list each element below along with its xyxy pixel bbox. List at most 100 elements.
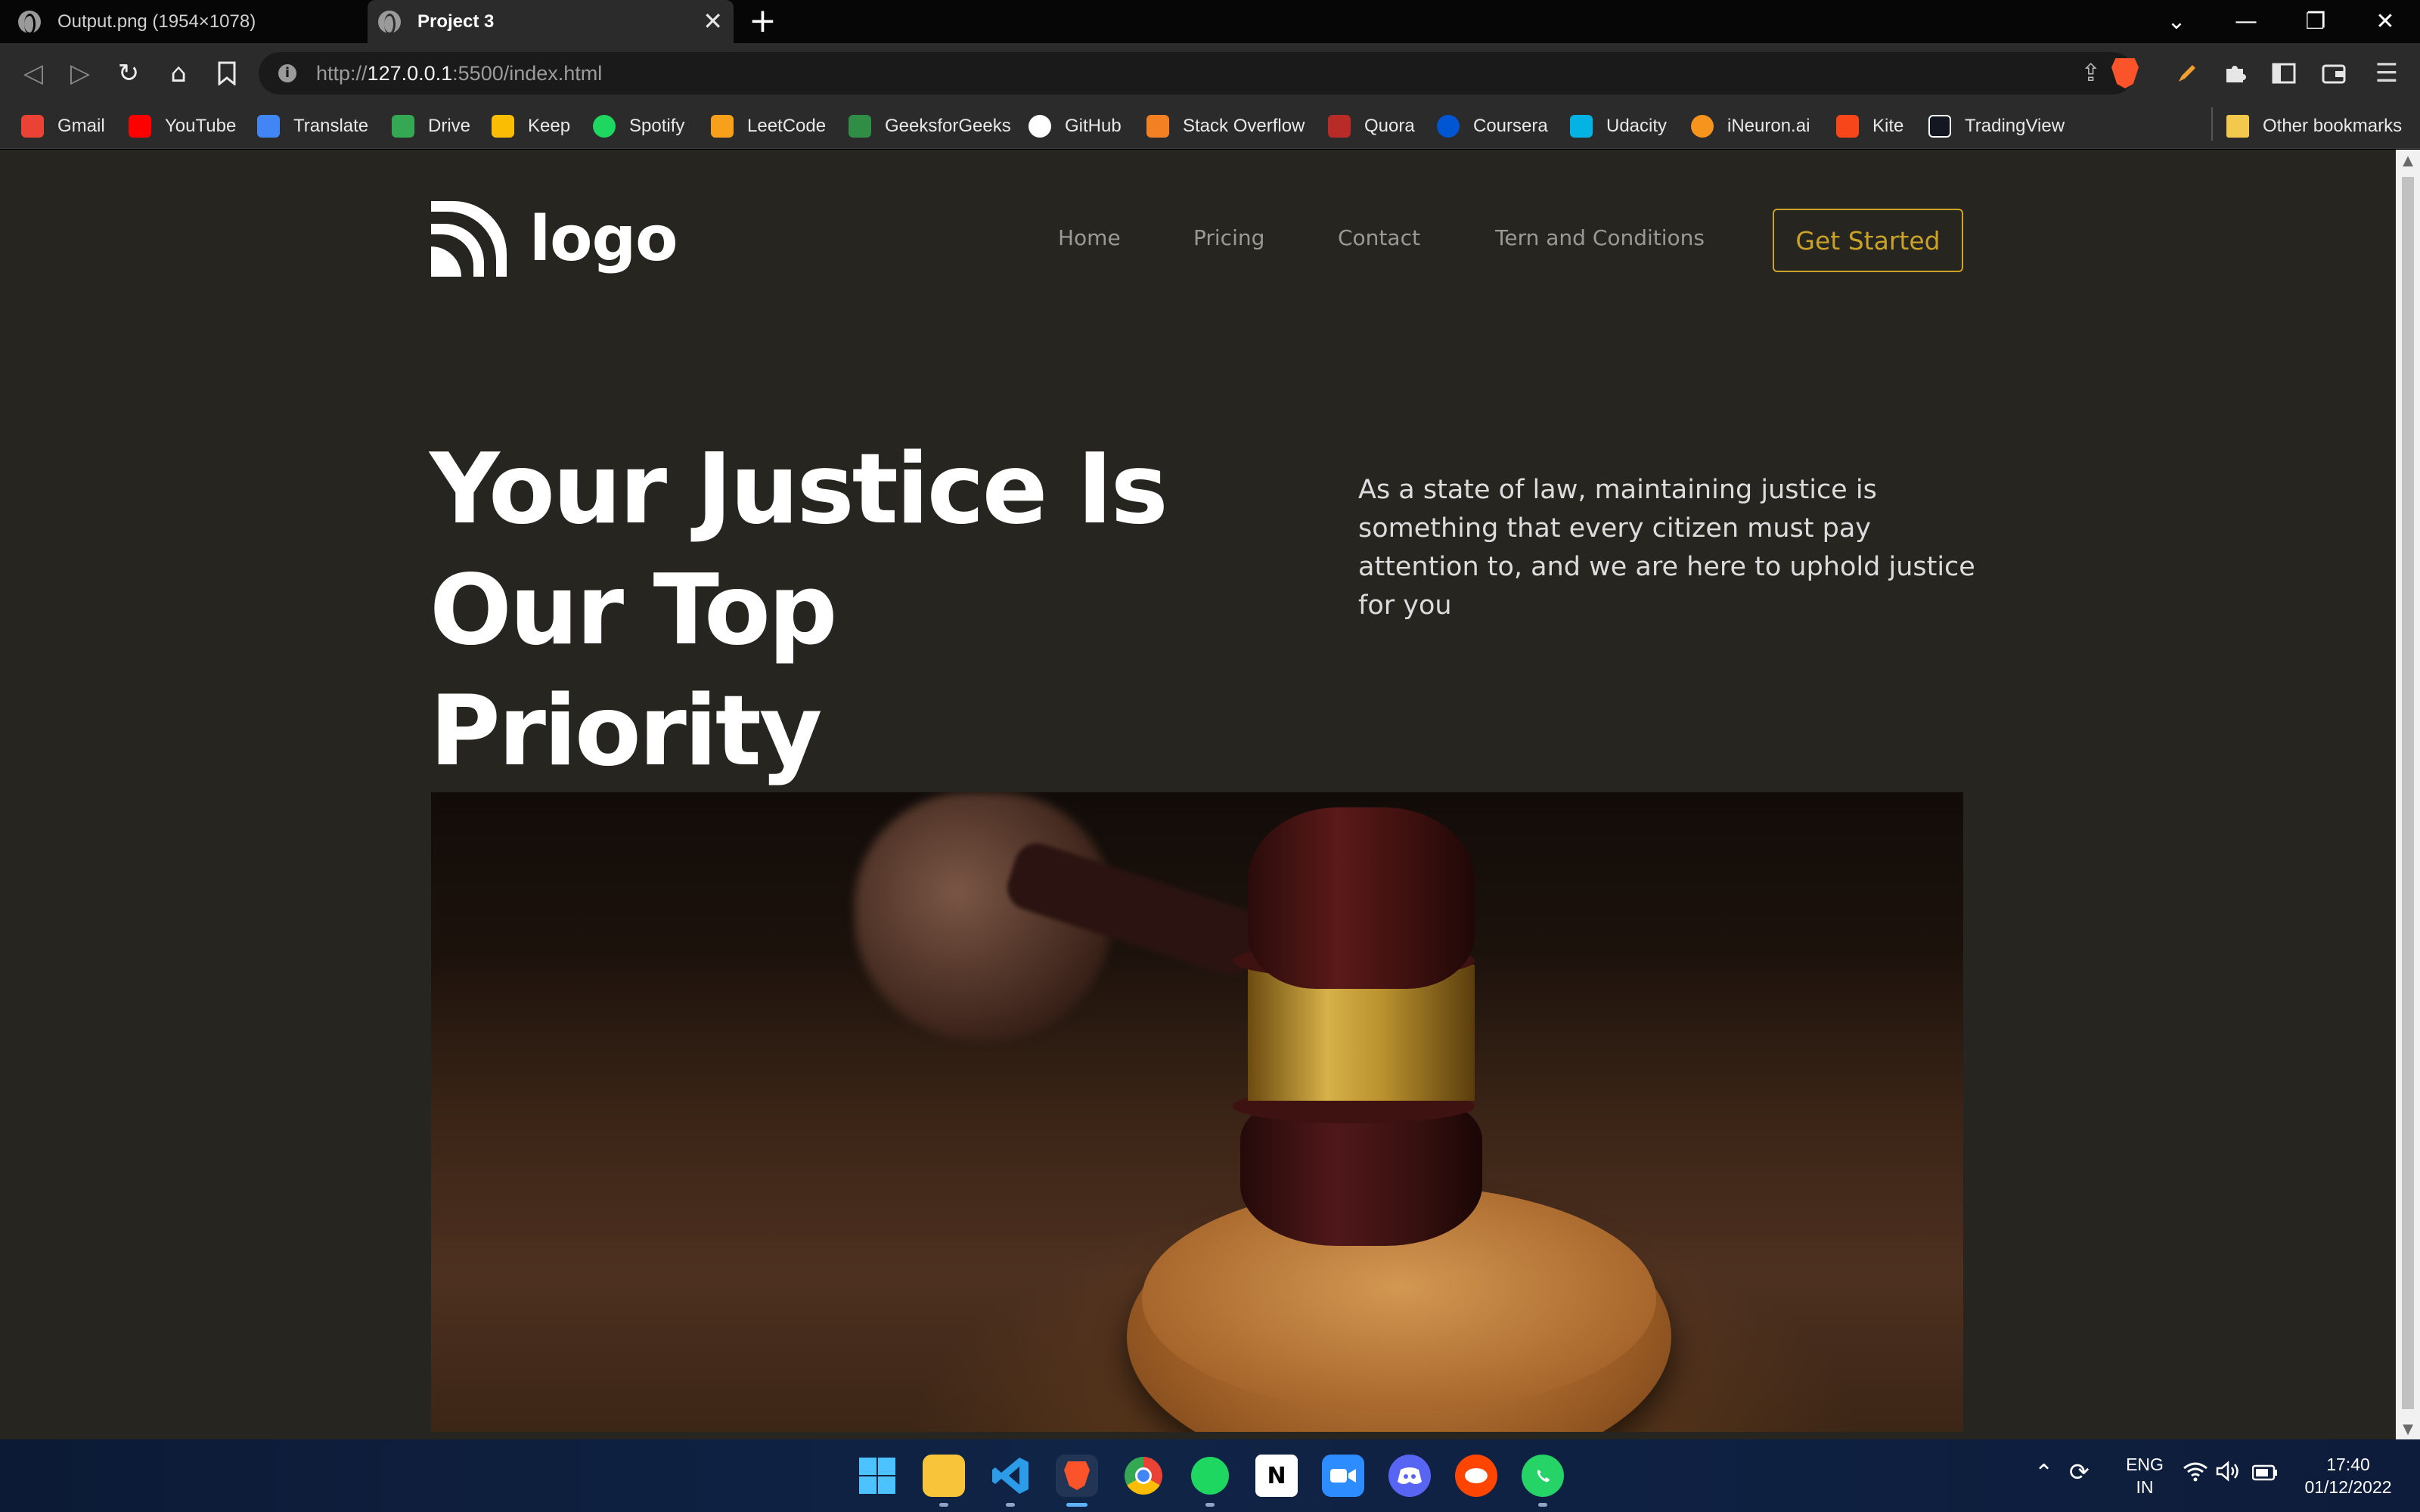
spotify-icon bbox=[593, 115, 616, 138]
notion-icon[interactable]: N bbox=[1255, 1455, 1298, 1497]
reddit-icon[interactable] bbox=[1455, 1455, 1497, 1497]
zoom-icon[interactable] bbox=[1322, 1455, 1364, 1497]
tray-overflow-chevron-icon[interactable]: ⌃ bbox=[2034, 1462, 2053, 1485]
nav-pricing[interactable]: Pricing bbox=[1193, 225, 1264, 250]
hero-title: Your Justice Is Our Top Priority bbox=[430, 433, 1168, 788]
extensions-puzzle-icon[interactable] bbox=[2217, 55, 2254, 91]
bookmark-kite[interactable]: Kite bbox=[1836, 104, 1903, 149]
reload-button[interactable]: ↻ bbox=[106, 43, 151, 104]
close-window-button[interactable]: ✕ bbox=[2350, 0, 2420, 43]
whatsapp-icon[interactable] bbox=[1522, 1455, 1564, 1497]
battery-icon[interactable] bbox=[2251, 1464, 2278, 1486]
get-started-button[interactable]: Get Started bbox=[1773, 209, 1963, 272]
bookmark-drive[interactable]: Drive bbox=[392, 104, 470, 149]
tab-search-chevron-icon[interactable]: ⌄ bbox=[2142, 0, 2211, 43]
udacity-icon bbox=[1570, 115, 1593, 138]
bookmark-coursera[interactable]: Coursera bbox=[1437, 104, 1548, 149]
share-icon[interactable]: ⇪ bbox=[2080, 58, 2101, 87]
bookmark-leetcode[interactable]: LeetCode bbox=[711, 104, 826, 149]
bookmark-youtube[interactable]: YouTube bbox=[129, 104, 236, 149]
site-logo[interactable]: logo bbox=[431, 201, 678, 277]
bookmark-ineuron[interactable]: iNeuron.ai bbox=[1691, 104, 1810, 149]
browser-toolbar: ◁ ▷ ↻ ⌂ i http://127.0.0.1:5500/index.ht… bbox=[0, 43, 2420, 104]
forward-button[interactable]: ▷ bbox=[57, 43, 103, 104]
wallet-icon[interactable] bbox=[2316, 55, 2352, 91]
tab-project-3[interactable]: Project 3 ✕ bbox=[368, 0, 734, 43]
leetcode-icon bbox=[711, 115, 734, 138]
home-button[interactable]: ⌂ bbox=[156, 43, 201, 104]
tab-output-png[interactable]: Output.png (1954×1078) bbox=[0, 0, 366, 43]
other-bookmarks[interactable]: Other bookmarks bbox=[2226, 104, 2402, 149]
globe-icon bbox=[378, 10, 401, 35]
tray-sync-icon[interactable]: ⟳ bbox=[2069, 1460, 2090, 1484]
tab-title: Output.png (1954×1078) bbox=[57, 11, 256, 32]
bookmarks-divider bbox=[2211, 107, 2213, 141]
bookmark-page-button[interactable] bbox=[204, 43, 250, 104]
ineuron-icon bbox=[1691, 115, 1714, 138]
browser-tab-bar: Output.png (1954×1078) Project 3 ✕ + ⌄ —… bbox=[0, 0, 2420, 43]
restore-button[interactable]: ❐ bbox=[2281, 0, 2350, 43]
youtube-icon bbox=[129, 115, 151, 138]
scroll-up-icon[interactable]: ▲ bbox=[2396, 153, 2420, 169]
translate-icon bbox=[257, 115, 280, 138]
drive-icon bbox=[392, 115, 414, 138]
globe-icon bbox=[18, 10, 41, 35]
bookmark-stack-overflow[interactable]: Stack Overflow bbox=[1146, 104, 1305, 149]
wifi-icon[interactable] bbox=[2183, 1461, 2208, 1487]
nav-terms-and-conditions[interactable]: Tern and Conditions bbox=[1495, 225, 1705, 250]
language-indicator[interactable]: ENG IN bbox=[2122, 1453, 2167, 1498]
bookmark-icon bbox=[218, 61, 236, 85]
hero-gavel-image bbox=[431, 792, 1963, 1432]
bookmark-translate[interactable]: Translate bbox=[257, 104, 368, 149]
logo-text: logo bbox=[529, 203, 678, 275]
sidebar-icon[interactable] bbox=[2266, 55, 2302, 91]
gmail-icon bbox=[21, 115, 44, 138]
coursera-icon bbox=[1437, 115, 1460, 138]
bookmark-udacity[interactable]: Udacity bbox=[1570, 104, 1667, 149]
chrome-icon[interactable] bbox=[1122, 1455, 1165, 1497]
page-scrollbar[interactable]: ▲ ▼ bbox=[2396, 150, 2420, 1439]
quora-icon bbox=[1328, 115, 1351, 138]
spotify-taskbar-icon[interactable] bbox=[1189, 1455, 1231, 1497]
clock[interactable]: 17:40 01/12/2022 bbox=[2291, 1453, 2405, 1498]
site-info-icon[interactable]: i bbox=[278, 64, 296, 82]
bookmark-github[interactable]: GitHub bbox=[1028, 104, 1122, 149]
bookmark-geeksforgeeks[interactable]: GeeksforGeeks bbox=[849, 104, 1011, 149]
github-icon bbox=[1028, 115, 1051, 138]
scrollbar-thumb[interactable] bbox=[2402, 177, 2414, 1409]
stack-overflow-icon bbox=[1146, 115, 1169, 138]
tradingview-icon bbox=[1928, 115, 1951, 138]
geeksforgeeks-icon bbox=[849, 115, 871, 138]
scroll-down-icon[interactable]: ▼ bbox=[2396, 1421, 2420, 1437]
bookmark-keep[interactable]: Keep bbox=[492, 104, 570, 149]
tab-close-icon[interactable]: ✕ bbox=[703, 9, 723, 33]
address-bar[interactable]: i http://127.0.0.1:5500/index.html ⇪ bbox=[259, 52, 2134, 94]
bookmarks-bar: Gmail YouTube Translate Drive Keep Spoti… bbox=[0, 104, 2420, 149]
back-button[interactable]: ◁ bbox=[11, 43, 56, 104]
bookmark-quora[interactable]: Quora bbox=[1328, 104, 1415, 149]
new-tab-button[interactable]: + bbox=[749, 5, 777, 38]
windows-taskbar: N ⌃ ⟳ ENG IN 17:40 01/12/2022 bbox=[0, 1439, 2420, 1512]
nav-contact[interactable]: Contact bbox=[1338, 225, 1420, 250]
url-text: http://127.0.0.1:5500/index.html bbox=[316, 61, 603, 85]
bookmark-tradingview[interactable]: TradingView bbox=[1928, 104, 2065, 149]
vscode-icon[interactable] bbox=[989, 1455, 1032, 1497]
brave-taskbar-icon[interactable] bbox=[1056, 1455, 1098, 1497]
web-page: logo Home Pricing Contact Tern and Condi… bbox=[0, 150, 2396, 1439]
minimize-button[interactable]: — bbox=[2211, 0, 2281, 43]
kite-icon bbox=[1836, 115, 1859, 138]
keep-icon bbox=[492, 115, 514, 138]
windows-start-icon[interactable] bbox=[856, 1455, 898, 1497]
volume-icon[interactable] bbox=[2216, 1461, 2242, 1487]
logo-mark-icon bbox=[431, 201, 507, 277]
tab-title: Project 3 bbox=[417, 11, 495, 32]
nav-home[interactable]: Home bbox=[1058, 225, 1121, 250]
bookmark-gmail[interactable]: Gmail bbox=[21, 104, 105, 149]
pen-extension-icon[interactable] bbox=[2169, 55, 2205, 91]
folder-icon bbox=[2226, 115, 2249, 138]
bookmark-spotify[interactable]: Spotify bbox=[593, 104, 684, 149]
file-explorer-icon[interactable] bbox=[923, 1455, 965, 1497]
discord-icon[interactable] bbox=[1388, 1455, 1431, 1497]
hero-description: As a state of law, maintaining justice i… bbox=[1358, 475, 1975, 621]
menu-icon[interactable]: ☰ bbox=[2369, 55, 2405, 91]
